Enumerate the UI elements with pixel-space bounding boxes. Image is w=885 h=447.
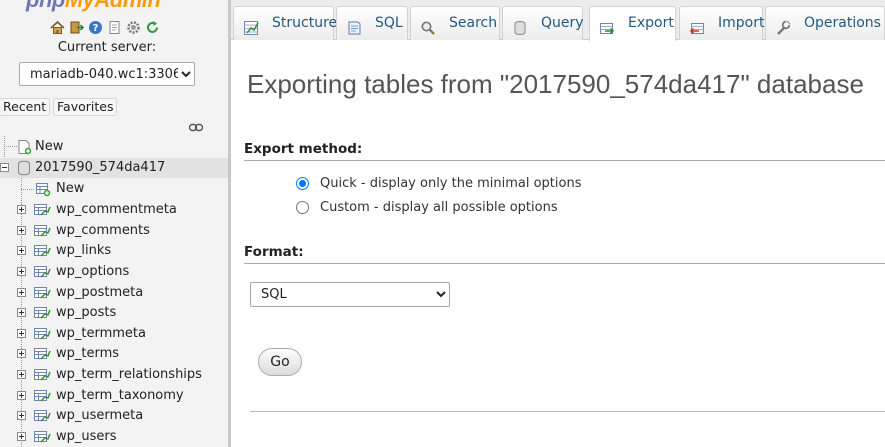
collapse-icon[interactable] (0, 163, 9, 172)
quick-radio[interactable] (296, 176, 309, 190)
table-name[interactable]: wp_terms (56, 344, 119, 364)
export-icon (599, 16, 615, 35)
nav-icon-bar: ? (50, 20, 160, 36)
quick-export-option[interactable]: Quick - display only the minimal options (296, 175, 582, 191)
expand-icon[interactable] (17, 308, 26, 317)
reload-icon[interactable] (145, 20, 160, 35)
import-icon (689, 16, 705, 35)
table-name[interactable]: wp_termmeta (56, 324, 146, 344)
favorites-tab[interactable]: Favorites (53, 98, 118, 116)
expand-icon[interactable] (17, 391, 26, 400)
divider (250, 411, 885, 412)
expand-icon[interactable] (17, 226, 26, 235)
operations-icon (775, 16, 791, 35)
link-icon[interactable] (188, 121, 204, 136)
format-heading: Format: (244, 244, 885, 264)
tab-export[interactable]: Export (589, 6, 676, 41)
tree-item-label[interactable]: New (56, 179, 84, 199)
tab-import[interactable]: Import (679, 6, 765, 40)
table-row[interactable]: wp_users (0, 427, 228, 447)
database-name[interactable]: 2017590_574da417 (35, 158, 165, 178)
page-title: Exporting tables from "2017590_574da417"… (247, 69, 864, 99)
table-icon[interactable] (33, 429, 51, 447)
table-row[interactable]: wp_options (0, 262, 228, 282)
tab-structure[interactable]: Structure (233, 6, 338, 40)
tab-label: SQL (375, 15, 403, 31)
table-name[interactable]: wp_users (56, 427, 117, 447)
table-row[interactable]: wp_termmeta (0, 324, 228, 344)
tab-label: Export (628, 15, 674, 31)
tree-item-label[interactable]: New (35, 137, 63, 157)
recent-tab[interactable]: Recent (0, 98, 51, 116)
quick-option-label[interactable]: Quick - display only the minimal options (320, 176, 582, 191)
table-name[interactable]: wp_comments (56, 221, 150, 241)
search-icon (420, 16, 436, 35)
tab-label: Operations (804, 15, 881, 31)
server-select[interactable]: mariadb-040.wc1:3306 (19, 62, 195, 86)
home-icon[interactable] (50, 20, 65, 35)
table-name[interactable]: wp_posts (56, 303, 116, 323)
tab-label: Query (541, 15, 584, 31)
phpmyadmin-logo[interactable]: phpMyAdmin (26, 0, 161, 13)
exit-icon[interactable] (69, 20, 84, 35)
tab-label: Structure (272, 15, 338, 31)
sql-icon (346, 16, 362, 35)
table-row[interactable]: wp_posts (0, 303, 228, 323)
expand-icon[interactable] (17, 432, 26, 441)
table-name[interactable]: wp_commentmeta (56, 200, 177, 220)
nav-resize-handle[interactable] (228, 0, 231, 447)
tree-item-new[interactable]: New (0, 137, 228, 157)
expand-icon[interactable] (17, 329, 26, 338)
structure-icon (243, 16, 259, 35)
expand-icon[interactable] (17, 370, 26, 379)
tab-query[interactable]: Query (502, 6, 584, 40)
format-select[interactable]: SQL (250, 282, 450, 307)
settings-icon[interactable] (126, 20, 141, 35)
export-method-heading: Export method: (244, 141, 885, 161)
tab-search[interactable]: Search (410, 6, 500, 40)
tab-sql[interactable]: SQL (336, 6, 408, 40)
table-row[interactable]: wp_postmeta (0, 283, 228, 303)
expand-icon[interactable] (17, 349, 26, 358)
table-row[interactable]: wp_links (0, 241, 228, 261)
table-row[interactable]: wp_term_taxonomy (0, 386, 228, 406)
table-row[interactable]: wp_comments (0, 221, 228, 241)
tab-label: Search (449, 15, 498, 31)
svg-text:?: ? (93, 23, 99, 34)
table-name[interactable]: wp_term_relationships (56, 365, 202, 385)
expand-icon[interactable] (17, 288, 26, 297)
table-name[interactable]: wp_term_taxonomy (56, 386, 184, 406)
table-name[interactable]: wp_links (56, 241, 111, 261)
custom-option-label[interactable]: Custom - display all possible options (320, 200, 558, 215)
table-row[interactable]: wp_term_relationships (0, 365, 228, 385)
custom-radio[interactable] (296, 200, 309, 214)
query-icon (512, 16, 528, 35)
navigation-panel: phpMyAdmin ? Current server: mariadb-040… (0, 0, 228, 447)
go-button[interactable]: Go (258, 348, 302, 376)
table-row[interactable]: wp_terms (0, 344, 228, 364)
table-row[interactable]: wp_usermeta (0, 406, 228, 426)
tree-item-new-table[interactable]: New (0, 179, 228, 199)
table-row[interactable]: wp_commentmeta (0, 200, 228, 220)
docs-icon[interactable] (107, 20, 122, 35)
top-tab-bar: Structure SQL Search Query Export Import… (231, 0, 885, 41)
expand-icon[interactable] (17, 205, 26, 214)
table-name[interactable]: wp_options (56, 262, 129, 282)
tab-label: Import (718, 15, 765, 31)
expand-icon[interactable] (17, 267, 26, 276)
tree-item-database[interactable]: 2017590_574da417 (0, 158, 228, 178)
current-server-label: Current server: (57, 40, 157, 55)
tab-operations[interactable]: Operations (765, 6, 885, 40)
table-name[interactable]: wp_usermeta (56, 406, 143, 426)
expand-icon[interactable] (17, 246, 26, 255)
table-name[interactable]: wp_postmeta (56, 283, 143, 303)
custom-export-option[interactable]: Custom - display all possible options (296, 199, 558, 215)
expand-icon[interactable] (17, 411, 26, 420)
help-icon[interactable]: ? (88, 20, 103, 35)
